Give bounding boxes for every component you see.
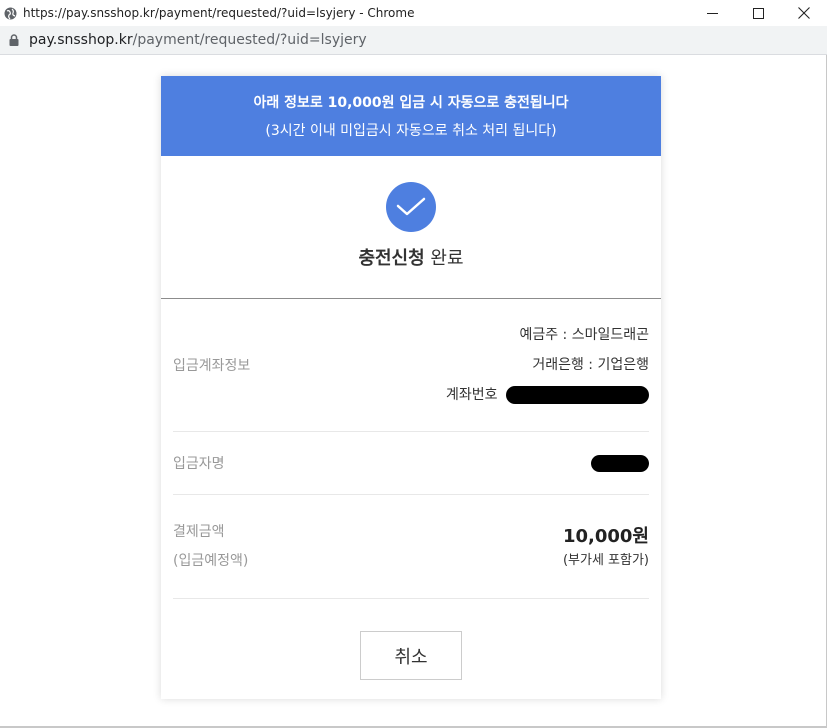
close-button[interactable] — [781, 0, 827, 26]
url-host: pay.snsshop.kr — [29, 32, 133, 48]
account-number-label: 계좌번호 — [446, 387, 498, 403]
cancel-wrap: 취소 — [161, 631, 661, 680]
payment-amount-label: 결제금액 (입금예정액) — [173, 518, 248, 576]
payment-label-2: (입금예정액) — [173, 552, 249, 569]
vat-note: (부가세 포함가) — [562, 552, 649, 568]
account-bank: 거래은행 : 기업은행 — [532, 357, 649, 373]
url-text[interactable]: pay.snsshop.kr/payment/requested/?uid=ls… — [29, 32, 367, 48]
maximize-icon — [752, 7, 764, 19]
check-icon — [386, 182, 436, 232]
close-icon — [798, 7, 810, 19]
charge-request-card: 아래 정보로 10,000원 입금 시 자동으로 충전됩니다 (3시간 이내 미… — [161, 76, 661, 699]
maximize-button[interactable] — [735, 0, 781, 26]
payment-label-1: 결제금액 — [173, 523, 225, 540]
minimize-button[interactable] — [689, 0, 735, 26]
depositor-value — [591, 454, 649, 472]
globe-icon — [4, 7, 17, 20]
account-number-line: 계좌번호 — [446, 380, 649, 410]
info-rows: 입금계좌정보 예금주 : 스마일드래곤 거래은행 : 기업은행 계좌번호 입금자… — [161, 299, 661, 599]
status-area: 충전신청 완료 — [161, 156, 661, 299]
window-titlebar: https://pay.snsshop.kr/payment/requested… — [0, 0, 827, 26]
account-info-row: 입금계좌정보 예금주 : 스마일드래곤 거래은행 : 기업은행 계좌번호 — [173, 299, 649, 432]
status-title-normal: 완료 — [430, 248, 464, 269]
account-holder: 예금주 : 스마일드래곤 — [519, 327, 649, 343]
account-number-redacted — [506, 386, 649, 404]
minimize-icon — [706, 12, 718, 14]
payment-amount-row: 결제금액 (입금예정액) 10,000원 (부가세 포함가) — [173, 495, 649, 599]
depositor-label: 입금자명 — [173, 456, 225, 472]
window-controls — [689, 0, 827, 26]
window-title: https://pay.snsshop.kr/payment/requested… — [23, 6, 415, 20]
status-title: 충전신청 완료 — [358, 244, 463, 270]
notice-line-2: (3시간 이내 미입금시 자동으로 취소 처리 됩니다) — [265, 123, 557, 139]
url-path: /payment/requested/?uid=lsyjery — [132, 32, 367, 48]
status-title-bold: 충전신청 — [358, 248, 425, 269]
lock-icon[interactable] — [8, 34, 20, 46]
notice-line-1: 아래 정보로 10,000원 입금 시 자동으로 충전됩니다 — [253, 95, 569, 111]
depositor-name-redacted — [591, 454, 649, 472]
account-info-value: 예금주 : 스마일드래곤 거래은행 : 기업은행 계좌번호 — [446, 320, 649, 410]
payment-amount: 10,000원 — [562, 525, 649, 547]
address-bar[interactable]: pay.snsshop.kr/payment/requested/?uid=ls… — [0, 26, 827, 55]
cancel-button[interactable]: 취소 — [360, 631, 462, 680]
depositor-row: 입금자명 — [173, 432, 649, 495]
notice-banner: 아래 정보로 10,000원 입금 시 자동으로 충전됩니다 (3시간 이내 미… — [161, 76, 661, 156]
account-info-label: 입금계좌정보 — [173, 358, 251, 374]
payment-amount-value: 10,000원 (부가세 포함가) — [563, 523, 649, 571]
